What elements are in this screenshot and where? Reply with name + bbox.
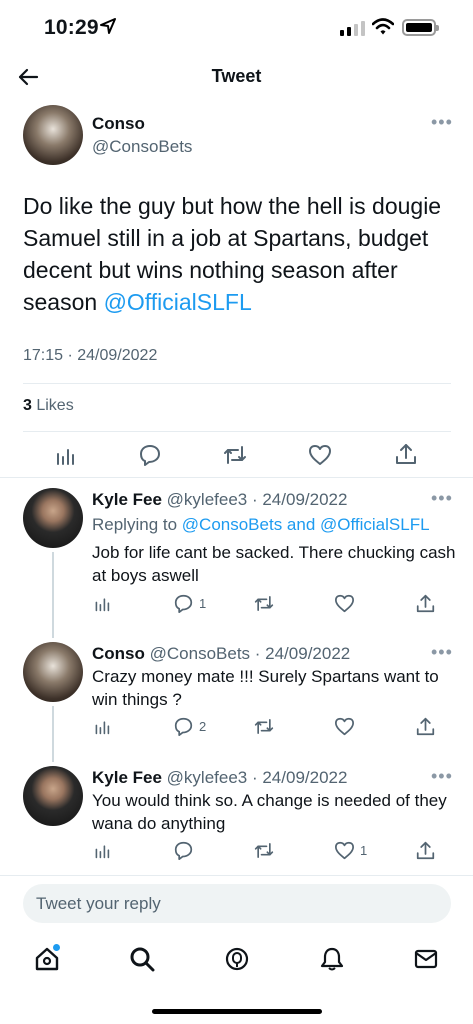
nav-bar: Tweet <box>0 56 473 98</box>
tweet-actions <box>0 438 473 470</box>
reply-text: You would think so. A change is needed o… <box>92 791 447 833</box>
reply-actions: 1 <box>92 841 442 863</box>
reply-tweet[interactable]: Kyle Fee @kylefee3 · 24/09/2022 ••• Repl… <box>0 478 473 638</box>
reply-composer[interactable] <box>23 884 451 923</box>
retweet-icon[interactable] <box>223 444 247 466</box>
avatar[interactable] <box>23 766 83 826</box>
tab-spaces[interactable] <box>222 944 252 974</box>
reply-header: Conso @ConsoBets · 24/09/2022 <box>92 644 350 664</box>
mention-link[interactable]: @OfficialSLFL <box>104 289 252 315</box>
author-name[interactable]: Kyle Fee <box>92 768 162 787</box>
like-icon <box>335 841 354 860</box>
author-name[interactable]: Conso <box>92 644 145 663</box>
reply-icon <box>174 841 193 860</box>
mention-link[interactable]: @ConsoBets and @OfficialSLFL <box>182 515 430 534</box>
search-icon <box>130 947 155 972</box>
status-bar: 10:29 <box>0 0 473 56</box>
retweet-icon[interactable] <box>254 841 274 860</box>
more-icon[interactable]: ••• <box>431 112 453 133</box>
reply-tweet[interactable]: Conso @ConsoBets · 24/09/2022 ••• Crazy … <box>0 632 473 762</box>
spaces-icon <box>225 947 249 971</box>
tab-home[interactable] <box>32 944 62 974</box>
messages-icon <box>414 949 438 969</box>
status-time: 10:29 <box>44 16 99 39</box>
like-button[interactable] <box>335 717 360 736</box>
more-icon[interactable]: ••• <box>431 488 453 509</box>
tab-search[interactable] <box>127 944 157 974</box>
reply-icon <box>174 594 193 613</box>
more-icon[interactable]: ••• <box>431 766 453 787</box>
home-indicator <box>152 1009 322 1014</box>
replying-to: Replying to @ConsoBets and @OfficialSLFL <box>92 515 430 535</box>
thread-line <box>52 552 54 638</box>
like-icon <box>335 717 354 736</box>
tweet-text: Do like the guy but how the hell is doug… <box>23 190 455 318</box>
reply-text: Crazy money mate !!! Surely Spartans wan… <box>92 667 439 709</box>
reply-header: Kyle Fee @kylefee3 · 24/09/2022 <box>92 490 347 510</box>
reply-count: 2 <box>199 719 207 734</box>
divider <box>0 875 473 876</box>
location-arrow-icon <box>100 18 116 34</box>
like-icon[interactable] <box>309 444 331 466</box>
like-icon <box>335 594 354 613</box>
author-handle-date[interactable]: @kylefee3 · 24/09/2022 <box>167 768 348 787</box>
reply-button[interactable]: 1 <box>174 594 206 613</box>
like-button[interactable]: 1 <box>335 841 367 860</box>
avatar[interactable] <box>23 105 83 165</box>
share-icon[interactable] <box>416 717 435 736</box>
like-button[interactable] <box>335 594 360 613</box>
reply-button[interactable] <box>174 841 199 860</box>
like-count: 1 <box>360 843 368 858</box>
likes-count[interactable]: 3 Likes <box>23 397 74 415</box>
reply-icon <box>174 717 193 736</box>
reply-count: 1 <box>199 596 207 611</box>
likes-label: Likes <box>31 397 74 414</box>
analytics-icon[interactable] <box>55 446 75 466</box>
author-handle-date[interactable]: @ConsoBets · 24/09/2022 <box>150 644 351 663</box>
reply-tweet[interactable]: Kyle Fee @kylefee3 · 24/09/2022 ••• You … <box>0 756 473 876</box>
replying-label: Replying to <box>92 515 182 534</box>
tab-messages[interactable] <box>411 944 441 974</box>
thread-line <box>52 706 54 762</box>
more-icon[interactable]: ••• <box>431 642 453 663</box>
analytics-icon[interactable] <box>94 719 110 735</box>
analytics-icon[interactable] <box>94 843 110 859</box>
share-icon[interactable] <box>416 594 435 613</box>
tab-notifications[interactable] <box>317 944 347 974</box>
reply-button[interactable]: 2 <box>174 717 206 736</box>
reply-input[interactable] <box>23 884 451 923</box>
reply-header: Kyle Fee @kylefee3 · 24/09/2022 <box>92 768 347 788</box>
divider <box>23 383 451 384</box>
tweet-timestamp: 17:15 · 24/09/2022 <box>23 347 158 364</box>
bottom-tab-bar <box>0 936 473 986</box>
wifi-icon <box>372 18 394 35</box>
reply-actions: 2 <box>92 717 442 739</box>
author-name[interactable]: Kyle Fee <box>92 490 162 509</box>
analytics-icon[interactable] <box>94 596 110 612</box>
author-handle-date[interactable]: @kylefee3 · 24/09/2022 <box>167 490 348 509</box>
author-name[interactable]: Conso <box>92 114 145 134</box>
share-icon[interactable] <box>395 443 417 465</box>
reply-actions: 1 <box>92 594 442 616</box>
retweet-icon[interactable] <box>254 594 274 613</box>
likes-number: 3 <box>23 397 32 414</box>
battery-icon <box>402 19 439 36</box>
notification-dot <box>53 944 60 951</box>
retweet-icon[interactable] <box>254 717 274 736</box>
author-handle[interactable]: @ConsoBets <box>92 137 192 157</box>
avatar[interactable] <box>23 488 83 548</box>
reply-text: Job for life cant be sacked. There chuck… <box>92 543 456 585</box>
cellular-signal-icon <box>340 20 365 36</box>
avatar[interactable] <box>23 642 83 702</box>
reply-icon[interactable] <box>139 444 161 466</box>
share-icon[interactable] <box>416 841 435 860</box>
notifications-icon <box>320 947 344 971</box>
divider <box>23 431 451 432</box>
page-title: Tweet <box>211 66 262 86</box>
